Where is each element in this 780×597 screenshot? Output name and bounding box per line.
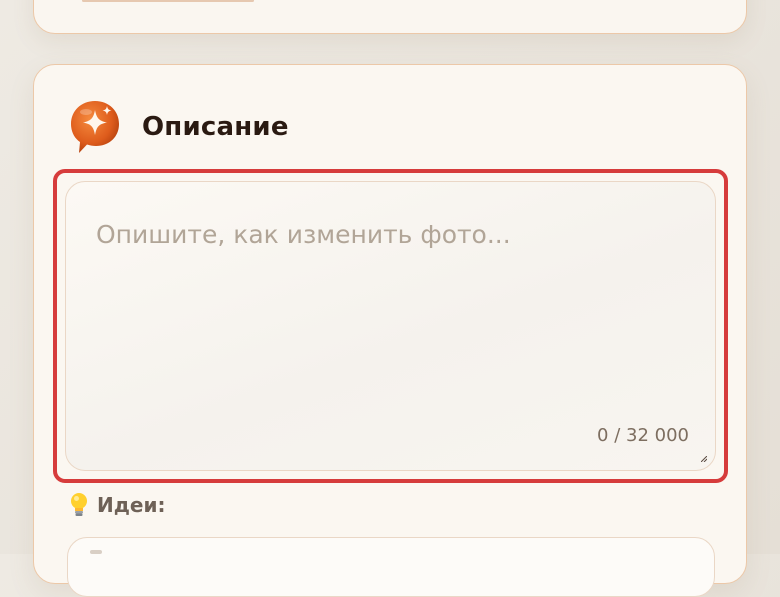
card-header: Описание bbox=[68, 98, 289, 156]
card-title: Описание bbox=[142, 112, 289, 142]
prompt-input-highlight: Опишите, как изменить фото... 0 / 32 000 bbox=[53, 169, 728, 483]
idea-suggestion-text-fragment bbox=[90, 550, 102, 554]
character-counter: 0 / 32 000 bbox=[597, 425, 689, 446]
resize-handle-icon[interactable] bbox=[701, 456, 707, 462]
prompt-placeholder: Опишите, как изменить фото... bbox=[96, 220, 511, 249]
previous-card-element bbox=[82, 0, 254, 2]
lightbulb-icon bbox=[71, 493, 87, 516]
sparkle-speech-bubble-icon bbox=[71, 101, 119, 153]
idea-suggestion[interactable] bbox=[67, 537, 715, 597]
ideas-section: Идеи: bbox=[69, 492, 165, 518]
prompt-textarea[interactable]: Опишите, как изменить фото... 0 / 32 000 bbox=[65, 181, 716, 471]
ideas-label: Идеи: bbox=[97, 493, 166, 517]
previous-card bbox=[33, 0, 747, 34]
description-card: Описание Опишите, как изменить фото... 0… bbox=[33, 64, 747, 597]
